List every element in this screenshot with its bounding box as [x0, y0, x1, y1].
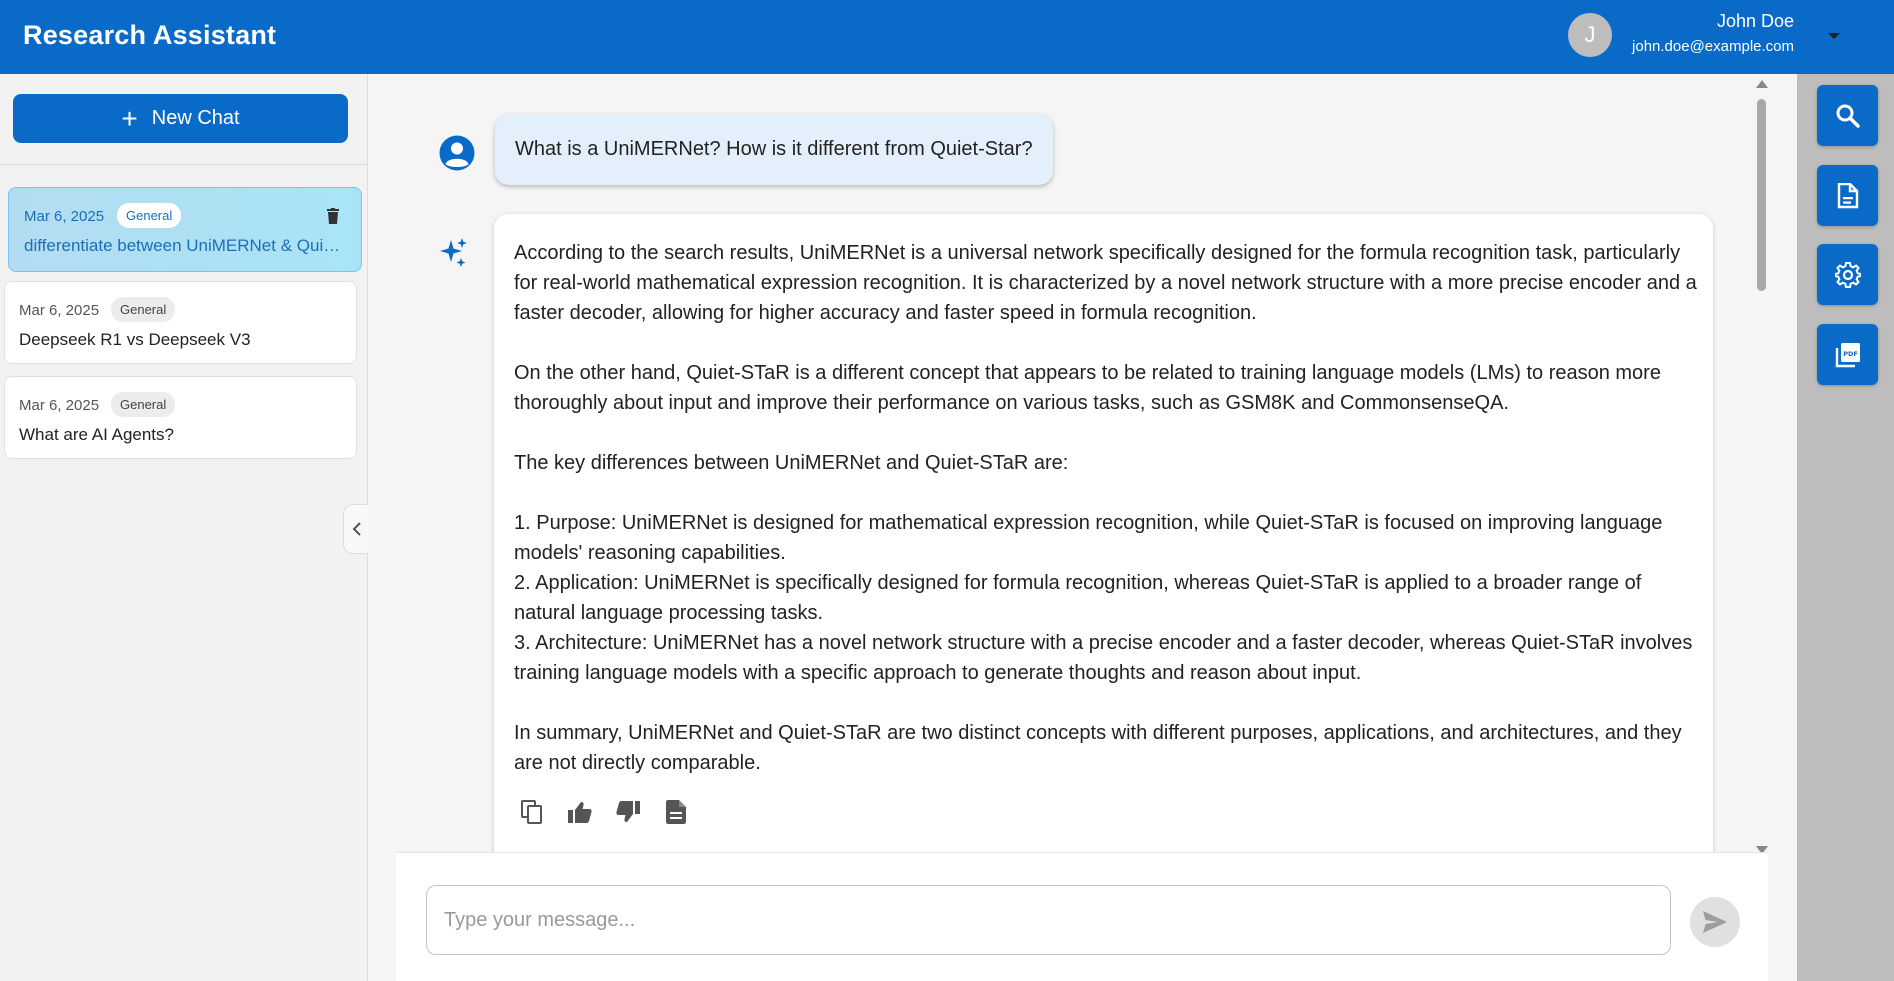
send-button[interactable] — [1690, 897, 1740, 947]
message-action-bar — [518, 798, 689, 825]
chat-title: differentiate between UniMERNet & Quiet-… — [24, 236, 344, 255]
plus-icon: + — [121, 102, 138, 134]
chat-tag: General — [111, 297, 176, 322]
thumbs-up-icon — [567, 801, 592, 823]
scroll-thumb[interactable] — [1757, 99, 1766, 291]
copy-button[interactable] — [518, 798, 545, 825]
settings-button[interactable] — [1817, 244, 1878, 305]
sidebar: + New Chat Mar 6, 2025 General different… — [0, 74, 369, 981]
thumbs-down-button[interactable] — [614, 798, 641, 825]
app-title: Research Assistant — [23, 20, 277, 50]
chat-tag: General — [111, 392, 176, 417]
trash-icon[interactable] — [326, 208, 340, 225]
gear-icon — [1834, 261, 1861, 288]
user-circle-icon — [439, 135, 475, 171]
scroll-up-arrow[interactable] — [1756, 80, 1768, 88]
document-icon — [1837, 182, 1858, 208]
new-chat-label: New Chat — [151, 107, 240, 129]
search-button[interactable] — [1817, 85, 1878, 146]
message-composer — [396, 852, 1768, 981]
pdf-button[interactable]: PDF — [1817, 324, 1878, 385]
chat-main: What is a UniMERNet? How is it different… — [369, 74, 1796, 981]
app-header: Research Assistant J John Doe john.doe@e… — [0, 0, 1894, 74]
new-chat-button[interactable]: + New Chat — [13, 94, 348, 143]
copy-icon — [520, 799, 542, 824]
send-icon — [1703, 911, 1727, 933]
pdf-icon: PDF — [1835, 342, 1860, 367]
document-icon — [665, 799, 686, 824]
chat-title: What are AI Agents? — [19, 425, 174, 444]
chat-date: Mar 6, 2025 — [24, 208, 105, 225]
user-message-bubble: What is a UniMERNet? How is it different… — [495, 114, 1053, 185]
assistant-message-card: According to the search results, UniMERN… — [494, 214, 1713, 925]
chat-scrollbar[interactable] — [1753, 80, 1769, 854]
chevron-down-icon[interactable] — [1826, 30, 1842, 42]
user-name: John Doe — [1716, 11, 1794, 31]
chat-tag: General — [117, 203, 182, 228]
chat-history-item[interactable]: Mar 6, 2025 General What are AI Agents? — [4, 376, 357, 459]
chevron-left-icon — [352, 522, 361, 536]
documents-button[interactable] — [1817, 165, 1878, 226]
chat-title: Deepseek R1 vs Deepseek V3 — [19, 330, 251, 349]
thumbs-down-icon — [615, 800, 640, 822]
chat-history-item[interactable]: Mar 6, 2025 General differentiate betwee… — [8, 187, 362, 272]
svg-text:PDF: PDF — [1843, 350, 1858, 358]
assistant-message-text: According to the search results, UniMERN… — [514, 242, 1697, 774]
user-email: john.doe@example.com — [1632, 38, 1794, 55]
search-icon — [1836, 104, 1860, 128]
tool-rail: PDF — [1797, 74, 1894, 981]
collapse-sidebar-button[interactable] — [343, 504, 369, 554]
document-button[interactable] — [662, 798, 689, 825]
user-avatar[interactable]: J — [1568, 13, 1612, 57]
thumbs-up-button[interactable] — [566, 798, 593, 825]
sparkle-icon — [440, 238, 467, 267]
chat-date: Mar 6, 2025 — [19, 397, 100, 414]
chat-history-item[interactable]: Mar 6, 2025 General Deepseek R1 vs Deeps… — [4, 281, 357, 364]
message-input[interactable] — [426, 885, 1671, 955]
sidebar-divider — [0, 164, 368, 165]
chat-date: Mar 6, 2025 — [19, 302, 100, 319]
